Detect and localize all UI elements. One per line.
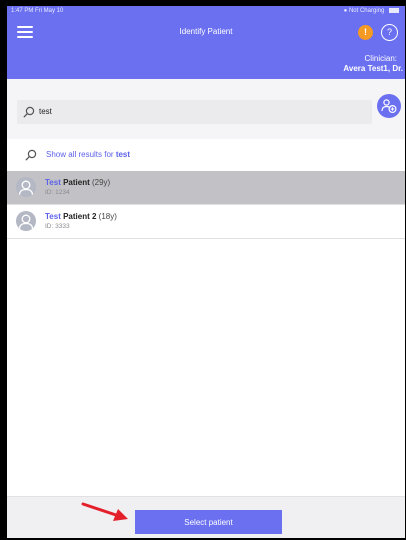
patient-id: ID: 3333 xyxy=(45,223,70,230)
patient-id: ID: 1234 xyxy=(45,189,70,196)
avatar xyxy=(16,177,36,197)
status-charging: ● Not Charging xyxy=(344,8,399,14)
bottom-action-bar: Select patient xyxy=(7,496,405,538)
show-all-results-label: Show all results for test xyxy=(46,150,131,159)
person-icon xyxy=(18,180,34,196)
add-patient-button[interactable] xyxy=(377,94,401,118)
status-time: 1:47 PM Fri May 10 xyxy=(11,8,64,14)
patient-name: Test Patient (29y) xyxy=(45,178,111,187)
search-area: test xyxy=(7,79,405,139)
page-title: Identify Patient xyxy=(179,27,233,36)
patient-row-2[interactable]: Test Patient 2 (18y) ID: 3333 xyxy=(7,205,405,239)
help-icon[interactable]: ? xyxy=(381,24,398,41)
patient-name: Test Patient 2 (18y) xyxy=(45,212,117,221)
search-input[interactable]: test xyxy=(17,100,372,124)
top-bar: 1:47 PM Fri May 10 ● Not Charging Identi… xyxy=(7,6,405,79)
person-icon xyxy=(18,214,34,230)
clinician-name: Avera Test1, Dr. xyxy=(343,64,403,73)
avatar xyxy=(16,211,36,231)
clinician-label: Clinician: xyxy=(364,54,397,63)
search-icon xyxy=(25,149,37,161)
search-icon xyxy=(23,106,35,118)
annotation-arrow-icon xyxy=(81,502,128,521)
app-screen: 1:47 PM Fri May 10 ● Not Charging Identi… xyxy=(7,6,405,538)
add-user-icon xyxy=(381,99,397,114)
select-patient-button[interactable]: Select patient xyxy=(135,510,282,534)
show-all-results-link[interactable]: Show all results for test xyxy=(7,139,405,172)
alert-icon[interactable]: ! xyxy=(358,25,373,40)
search-input-value: test xyxy=(39,107,52,116)
wifi-icon: ● xyxy=(343,8,348,15)
battery-icon xyxy=(389,8,399,13)
patient-row-1[interactable]: Test Patient (29y) ID: 1234 xyxy=(7,171,405,205)
